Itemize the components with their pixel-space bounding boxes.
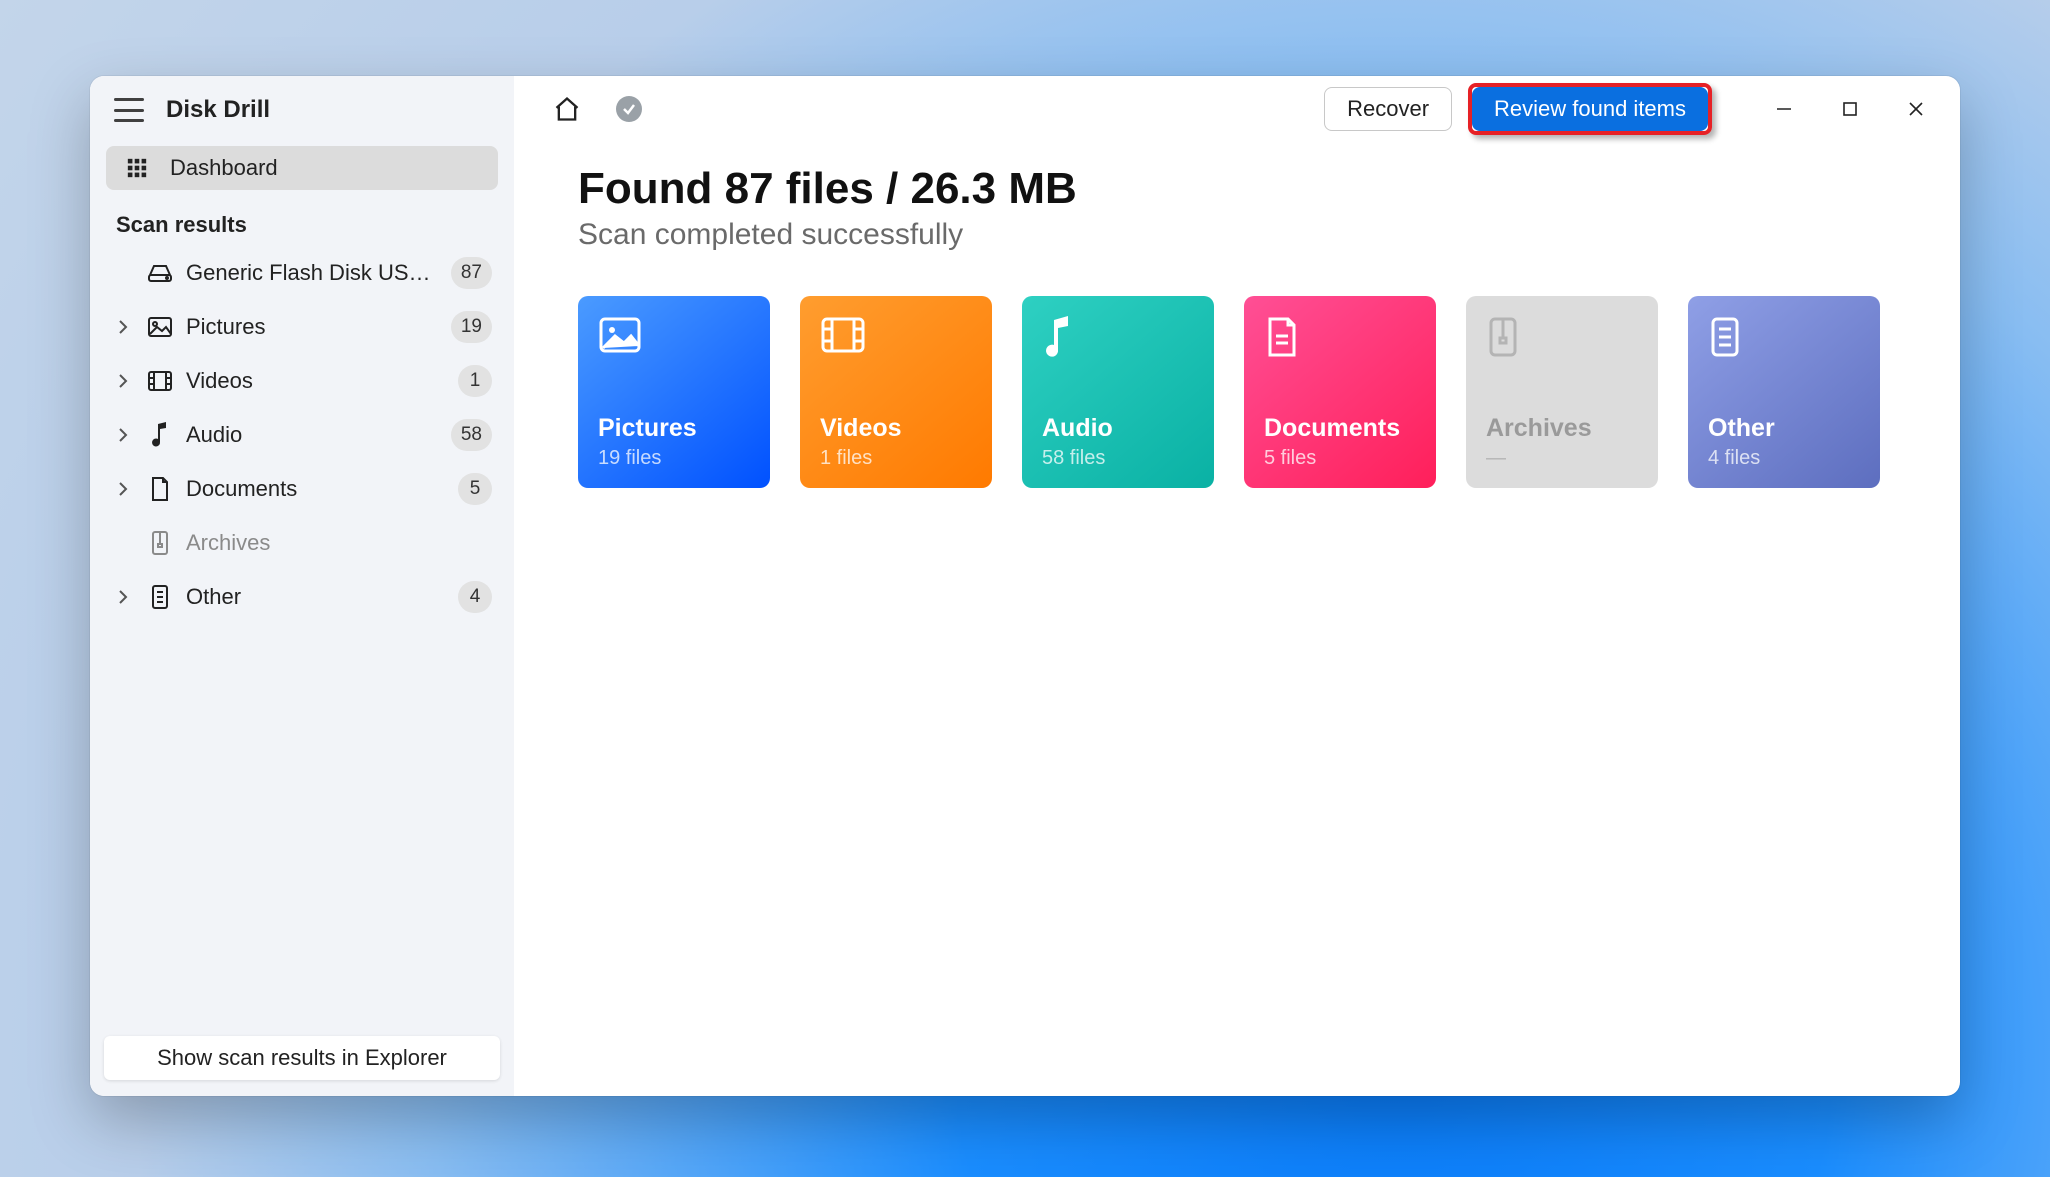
app-window: Disk Drill Dashboard Scan results [90,76,1960,1096]
card-archives: Archives — [1466,296,1658,488]
close-button[interactable] [1898,91,1934,127]
grid-icon [124,155,150,181]
scan-status-indicator[interactable] [612,92,646,126]
card-title: Videos [820,414,972,443]
scan-results-header: Scan results [90,196,514,246]
sidebar-item-other[interactable]: Other 4 [94,570,510,624]
card-audio[interactable]: Audio 58 files [1022,296,1214,488]
card-subtitle: — [1486,447,1638,470]
results-subhead: Scan completed successfully [578,218,1896,252]
hamburger-icon[interactable] [114,98,144,122]
sidebar-item-documents[interactable]: Documents 5 [94,462,510,516]
recover-button[interactable]: Recover [1324,87,1452,131]
archive-icon [1486,316,1638,360]
card-subtitle: 5 files [1264,447,1416,470]
sidebar-item-label: Documents [186,476,446,502]
sidebar-header: Disk Drill [90,76,514,140]
file-icon [146,584,174,610]
card-documents[interactable]: Documents 5 files [1244,296,1436,488]
window-controls [1750,91,1950,127]
sidebar-item-label: Pictures [186,314,439,340]
device-count-badge: 87 [451,257,492,289]
card-title: Other [1708,414,1860,443]
document-icon [1264,316,1416,360]
sidebar-footer: Show scan results in Explorer [90,1024,514,1096]
device-row[interactable]: Generic Flash Disk USB D… 87 [94,246,510,300]
picture-icon [146,316,174,338]
chevron-right-icon [112,589,134,605]
results-content: Found 87 files / 26.3 MB Scan completed … [514,142,1960,510]
chevron-right-icon [112,319,134,335]
card-subtitle: 4 files [1708,447,1860,470]
card-title: Archives [1486,414,1638,443]
app-title: Disk Drill [166,96,270,124]
card-subtitle: 58 files [1042,447,1194,470]
count-badge: 5 [458,473,492,505]
category-cards: Pictures 19 files Videos 1 files [578,296,1896,488]
chevron-right-icon [112,427,134,443]
drive-icon [146,263,174,283]
document-icon [146,476,174,502]
main-panel: Recover Review found items [514,76,1960,1096]
card-other[interactable]: Other 4 files [1688,296,1880,488]
card-subtitle: 19 files [598,447,750,470]
sidebar-item-label: Other [186,584,446,610]
home-button[interactable] [550,92,584,126]
tutorial-highlight: Review found items [1468,83,1712,135]
show-in-explorer-button[interactable]: Show scan results in Explorer [104,1036,500,1080]
picture-icon [598,316,750,360]
topbar-left [550,92,646,126]
sidebar-item-label: Archives [186,530,492,556]
count-badge: 4 [458,581,492,613]
sidebar-item-label: Videos [186,368,446,394]
sidebar: Disk Drill Dashboard Scan results [90,76,514,1096]
archive-icon [146,530,174,556]
topbar-right: Recover Review found items [1324,83,1950,135]
check-icon [616,96,642,122]
video-icon [146,370,174,392]
count-badge: 58 [451,419,492,451]
topbar: Recover Review found items [514,76,1960,142]
sidebar-item-audio[interactable]: Audio 58 [94,408,510,462]
nav-dashboard-label: Dashboard [170,155,278,181]
music-icon [1042,316,1194,360]
sidebar-item-pictures[interactable]: Pictures 19 [94,300,510,354]
chevron-right-icon [112,373,134,389]
count-badge: 1 [458,365,492,397]
card-title: Documents [1264,414,1416,443]
card-title: Audio [1042,414,1194,443]
review-found-items-button[interactable]: Review found items [1472,87,1708,131]
sidebar-item-videos[interactable]: Videos 1 [94,354,510,408]
card-subtitle: 1 files [820,447,972,470]
chevron-right-icon [112,481,134,497]
desktop-background: Disk Drill Dashboard Scan results [0,0,2050,1177]
minimize-button[interactable] [1766,91,1802,127]
video-icon [820,316,972,360]
sidebar-item-archives: Archives [94,516,510,570]
count-badge: 19 [451,311,492,343]
sidebar-item-label: Audio [186,422,439,448]
card-title: Pictures [598,414,750,443]
results-headline: Found 87 files / 26.3 MB [578,164,1896,214]
maximize-button[interactable] [1832,91,1868,127]
file-icon [1708,316,1860,360]
card-videos[interactable]: Videos 1 files [800,296,992,488]
device-label: Generic Flash Disk USB D… [186,260,439,286]
nav-dashboard[interactable]: Dashboard [106,146,498,190]
music-icon [146,422,174,448]
card-pictures[interactable]: Pictures 19 files [578,296,770,488]
